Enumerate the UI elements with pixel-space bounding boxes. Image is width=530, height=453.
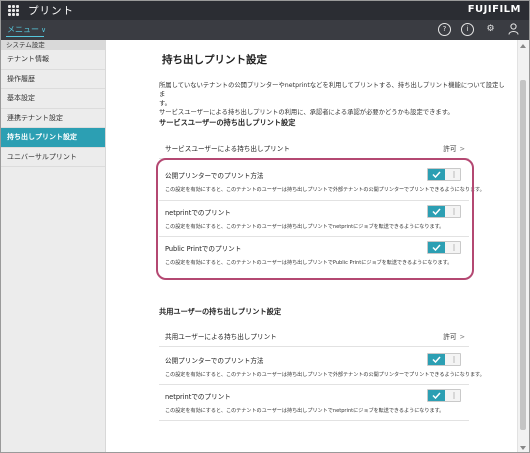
vertical-scrollbar[interactable]	[517, 40, 529, 452]
sidebar-item-operation-history[interactable]: 操作履歴	[1, 70, 105, 89]
menu-label: メニュー	[7, 25, 39, 34]
chevron-down-icon: ∨	[41, 26, 47, 34]
user-icon[interactable]	[507, 23, 520, 36]
setting-description: この設定を有効にすると、このテナントのユーザーは持ち出しプリントで外部テナントの…	[165, 372, 485, 378]
settings-icon[interactable]: ⚙	[484, 23, 497, 36]
brand-logo: FUJIFILM	[467, 4, 521, 15]
sidebar-item-linked-tenant[interactable]: 連携テナント設定	[1, 109, 105, 128]
description-line: 所属していないテナントの公開プリンターやnetprintなどを利用してプリントす…	[159, 82, 505, 98]
highlight-frame	[156, 158, 474, 280]
scroll-thumb[interactable]	[520, 80, 526, 430]
sidebar-item-tenant-info[interactable]: テナント情報	[1, 50, 105, 70]
setting-description: この設定を有効にすると、このテナントのユーザーは持ち出しプリントでnetprin…	[165, 408, 445, 414]
shared-permission-label: 共用ユーザーによる持ち出しプリント	[165, 333, 277, 341]
menu-button[interactable]: メニュー ∨	[7, 24, 46, 35]
scroll-down-icon[interactable]	[520, 446, 526, 450]
shared-netprint-toggle[interactable]	[427, 389, 461, 402]
sidebar: システム設定 テナント情報 操作履歴 基本設定 連携テナント設定 持ち出しプリン…	[1, 40, 106, 452]
permission-value: 許可	[443, 333, 457, 341]
sub-bar: メニュー ∨ ? i ⚙	[1, 20, 529, 40]
scroll-up-icon[interactable]	[520, 44, 526, 48]
shared-setting-row: 公開プリンターでのプリント方法 この設定を有効にすると、このテナントのユーザーは…	[159, 349, 485, 385]
sidebar-item-universal-print[interactable]: ユニバーサルプリント	[1, 148, 105, 167]
description-line: サービスユーザーによる持ち出しプリントの利用に、承認者による承認が必要かどうかも…	[159, 109, 454, 116]
app-grid-icon[interactable]	[8, 5, 19, 16]
shared-setting-row: netprintでのプリント この設定を有効にすると、このテナントのユーザーは持…	[159, 385, 469, 421]
shared-permission-value[interactable]: 許可 >	[443, 331, 465, 341]
service-section-title: サービスユーザーの持ち出しプリント設定	[159, 118, 296, 127]
app-window: プリント FUJIFILM メニュー ∨ ? i ⚙ システム設定 テナント情報 …	[0, 0, 530, 453]
sidebar-item-takeout-print[interactable]: 持ち出しプリント設定	[1, 128, 105, 148]
service-permission-row[interactable]: サービスユーザーによる持ち出しプリント 許可 >	[159, 137, 469, 159]
setting-label: netprintでのプリント	[165, 393, 231, 401]
permission-value: 許可	[443, 145, 457, 153]
sidebar-section-header: システム設定	[1, 40, 105, 50]
description-line: す。	[159, 100, 171, 107]
help-icon[interactable]: ?	[438, 23, 451, 36]
top-bar: プリント FUJIFILM	[1, 1, 529, 20]
chevron-right-icon: >	[459, 333, 465, 341]
service-permission-value[interactable]: 許可 >	[443, 143, 465, 153]
info-icon[interactable]: i	[461, 23, 474, 36]
shared-section-title: 共用ユーザーの持ち出しプリント設定	[159, 307, 282, 316]
page-title: 持ち出しプリント設定	[162, 54, 267, 66]
app-title: プリント	[28, 5, 74, 17]
shared-permission-row[interactable]: 共用ユーザーによる持ち出しプリント 許可 >	[159, 325, 469, 347]
shared-public-printer-toggle[interactable]	[427, 353, 461, 366]
page-description: 所属していないテナントの公開プリンターやnetprintなどを利用してプリントす…	[159, 81, 509, 117]
service-permission-label: サービスユーザーによる持ち出しプリント	[165, 145, 290, 153]
sidebar-item-basic-settings[interactable]: 基本設定	[1, 89, 105, 109]
main-content: 持ち出しプリント設定 所属していないテナントの公開プリンターやnetprintな…	[107, 40, 517, 452]
menu-underline	[6, 36, 44, 37]
chevron-right-icon: >	[459, 145, 465, 153]
setting-label: 公開プリンターでのプリント方法	[165, 357, 264, 365]
